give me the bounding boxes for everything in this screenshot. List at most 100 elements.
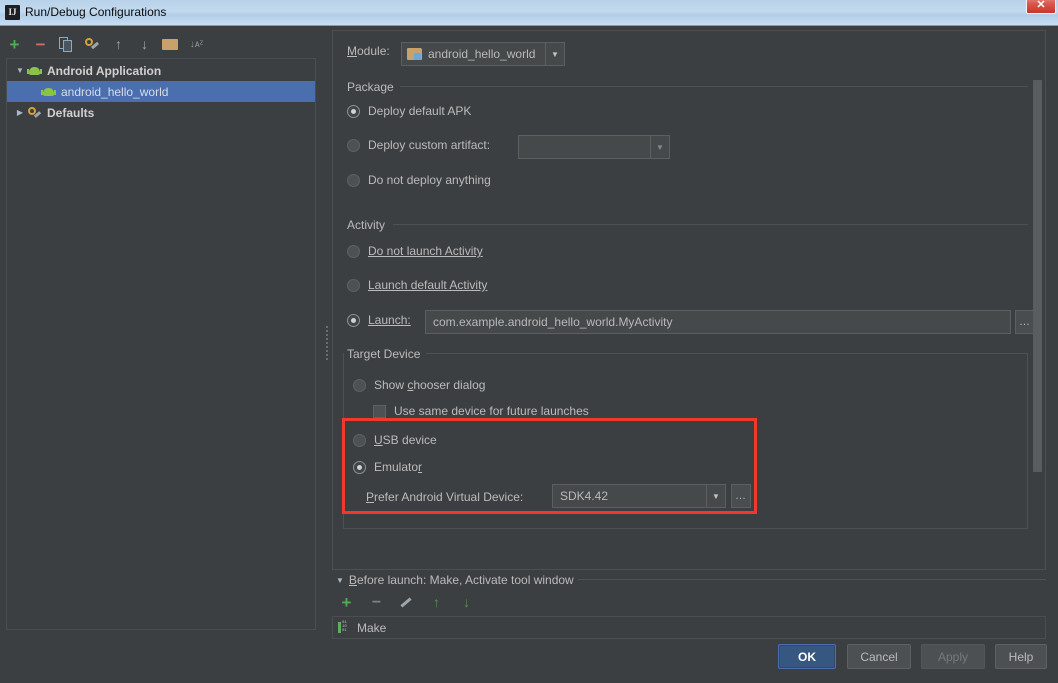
close-icon[interactable]: ✕ [1026, 0, 1056, 14]
radio-launch-specific-activity[interactable] [347, 313, 360, 327]
task-label: Make [357, 620, 387, 635]
option-label: Do not launch Activity [368, 244, 483, 258]
module-label: Module: [347, 44, 390, 58]
radio-deploy-custom-artifact[interactable] [347, 138, 360, 152]
radio-usb-device[interactable] [353, 433, 366, 447]
usb-device-option[interactable]: USB device [353, 433, 437, 447]
move-task-up-button[interactable]: ↑ [428, 594, 445, 611]
app-icon: IJ [5, 5, 20, 20]
radio-do-not-deploy[interactable] [347, 173, 360, 187]
launch-default-activity-option[interactable]: Launch default Activity [347, 278, 487, 292]
use-same-device-option[interactable]: Use same device for future launches [373, 404, 589, 418]
target-device-group-bottom-border [343, 528, 1028, 529]
apply-button[interactable]: Apply [921, 644, 985, 669]
android-icon [41, 84, 57, 100]
settings-scrollbar-track[interactable] [1033, 32, 1044, 569]
option-label: Launch: [368, 313, 411, 327]
before-launch-divider [578, 579, 1046, 580]
tree-item-label: Android Application [47, 63, 162, 78]
option-label: Launch default Activity [368, 278, 488, 292]
activity-group-title: Activity [347, 218, 392, 232]
chevron-down-icon[interactable]: ▼ [706, 485, 725, 507]
emulator-option[interactable]: Emulator [353, 460, 422, 474]
panel-splitter[interactable] [322, 26, 332, 641]
configuration-settings-panel: Module: android_hello_world ▼ Package De… [332, 30, 1046, 570]
add-configuration-button[interactable]: + [6, 36, 23, 53]
module-row: Module: [347, 44, 390, 58]
show-chooser-dialog-option[interactable]: Show chooser dialog [353, 378, 485, 392]
remove-task-button[interactable]: − [368, 594, 385, 611]
run-debug-configurations-dialog: + − ↑ ↓ ↓ᴀᶻ ▼ Android Application androi… [0, 26, 1058, 683]
move-up-button[interactable]: ↑ [110, 36, 127, 53]
configurations-tree[interactable]: ▼ Android Application android_hello_worl… [6, 58, 316, 630]
radio-emulator[interactable] [353, 460, 366, 474]
window-title: Run/Debug Configurations [25, 5, 167, 19]
chevron-right-icon[interactable]: ▶ [13, 108, 27, 117]
avd-combo[interactable]: SDK4.42 ▼ [552, 484, 726, 508]
configurations-left-panel: + − ↑ ↓ ↓ᴀᶻ ▼ Android Application androi… [0, 26, 322, 641]
module-combo[interactable]: android_hello_world ▼ [401, 42, 565, 66]
tree-item-android-application[interactable]: ▼ Android Application [7, 60, 315, 81]
before-launch-header[interactable]: ▼ Before launch: Make, Activate tool win… [336, 573, 574, 587]
deploy-custom-artifact-option[interactable]: Deploy custom artifact: [347, 138, 490, 152]
pencil-icon[interactable] [398, 594, 415, 611]
package-group-divider [399, 86, 1028, 87]
window-titlebar: IJ Run/Debug Configurations ✕ [0, 0, 1058, 26]
avd-label: Prefer Android Virtual Device: [366, 490, 524, 504]
help-button[interactable]: Help [995, 644, 1047, 669]
option-label: Use same device for future launches [394, 404, 589, 418]
radio-show-chooser-dialog[interactable] [353, 378, 366, 392]
move-task-down-button[interactable]: ↓ [458, 594, 475, 611]
dialog-button-bar: OK Cancel Apply Help [0, 638, 1058, 683]
deploy-default-apk-option[interactable]: Deploy default APK [347, 104, 471, 118]
chevron-down-icon[interactable]: ▼ [13, 66, 27, 75]
before-launch-toolbar: + − ↑ ↓ [338, 594, 475, 611]
chevron-down-icon[interactable]: ▼ [545, 43, 564, 65]
android-icon [27, 63, 43, 79]
folder-icon[interactable] [162, 36, 179, 53]
launch-specific-activity-option[interactable]: Launch: [347, 313, 411, 327]
avd-value: SDK4.42 [560, 489, 609, 503]
add-task-button[interactable]: + [338, 594, 355, 611]
move-down-button[interactable]: ↓ [136, 36, 153, 53]
option-label: USB device [374, 433, 437, 447]
chevron-down-icon[interactable]: ▼ [650, 136, 669, 158]
settings-scrollbar-thumb[interactable] [1033, 80, 1042, 472]
activity-group-divider [393, 224, 1028, 225]
launch-activity-value: com.example.android_hello_world.MyActivi… [433, 315, 673, 329]
radio-do-not-launch-activity[interactable] [347, 244, 360, 258]
ok-button[interactable]: OK [778, 644, 836, 669]
make-icon [337, 621, 351, 635]
target-device-group-title: Target Device [347, 347, 427, 361]
tree-item-label: Defaults [47, 105, 95, 120]
package-group-title: Package [347, 80, 400, 94]
tree-item-defaults[interactable]: ▶ Defaults [7, 102, 315, 123]
option-label: Do not deploy anything [368, 173, 491, 187]
module-folder-icon [407, 47, 423, 61]
target-device-group-right-border [1027, 353, 1028, 529]
avd-label-row: Prefer Android Virtual Device: [366, 490, 523, 504]
configurations-toolbar: + − ↑ ↓ ↓ᴀᶻ [6, 32, 205, 56]
before-launch-task-list[interactable]: Make [332, 616, 1046, 639]
browse-activity-button[interactable]: … [1015, 310, 1035, 334]
checkbox-use-same-device[interactable] [373, 404, 386, 418]
tree-item-android-hello-world[interactable]: android_hello_world [7, 81, 315, 102]
launch-activity-input[interactable]: com.example.android_hello_world.MyActivi… [425, 310, 1011, 334]
option-label: Deploy custom artifact: [368, 138, 491, 152]
target-device-group-left-border [343, 353, 344, 529]
copy-configuration-button[interactable] [58, 36, 75, 53]
browse-avd-button[interactable]: … [731, 484, 751, 508]
cancel-button[interactable]: Cancel [847, 644, 911, 669]
edit-defaults-button[interactable] [84, 36, 101, 53]
radio-launch-default-activity[interactable] [347, 278, 360, 292]
target-device-group-divider [421, 353, 1028, 354]
do-not-deploy-option[interactable]: Do not deploy anything [347, 173, 491, 187]
splitter-grip[interactable] [326, 326, 328, 360]
chevron-down-icon[interactable]: ▼ [336, 576, 344, 585]
remove-configuration-button[interactable]: − [32, 36, 49, 53]
radio-deploy-default-apk[interactable] [347, 104, 360, 118]
custom-artifact-combo[interactable]: ▼ [518, 135, 670, 159]
sort-az-icon[interactable]: ↓ᴀᶻ [188, 36, 205, 53]
do-not-launch-activity-option[interactable]: Do not launch Activity [347, 244, 483, 258]
